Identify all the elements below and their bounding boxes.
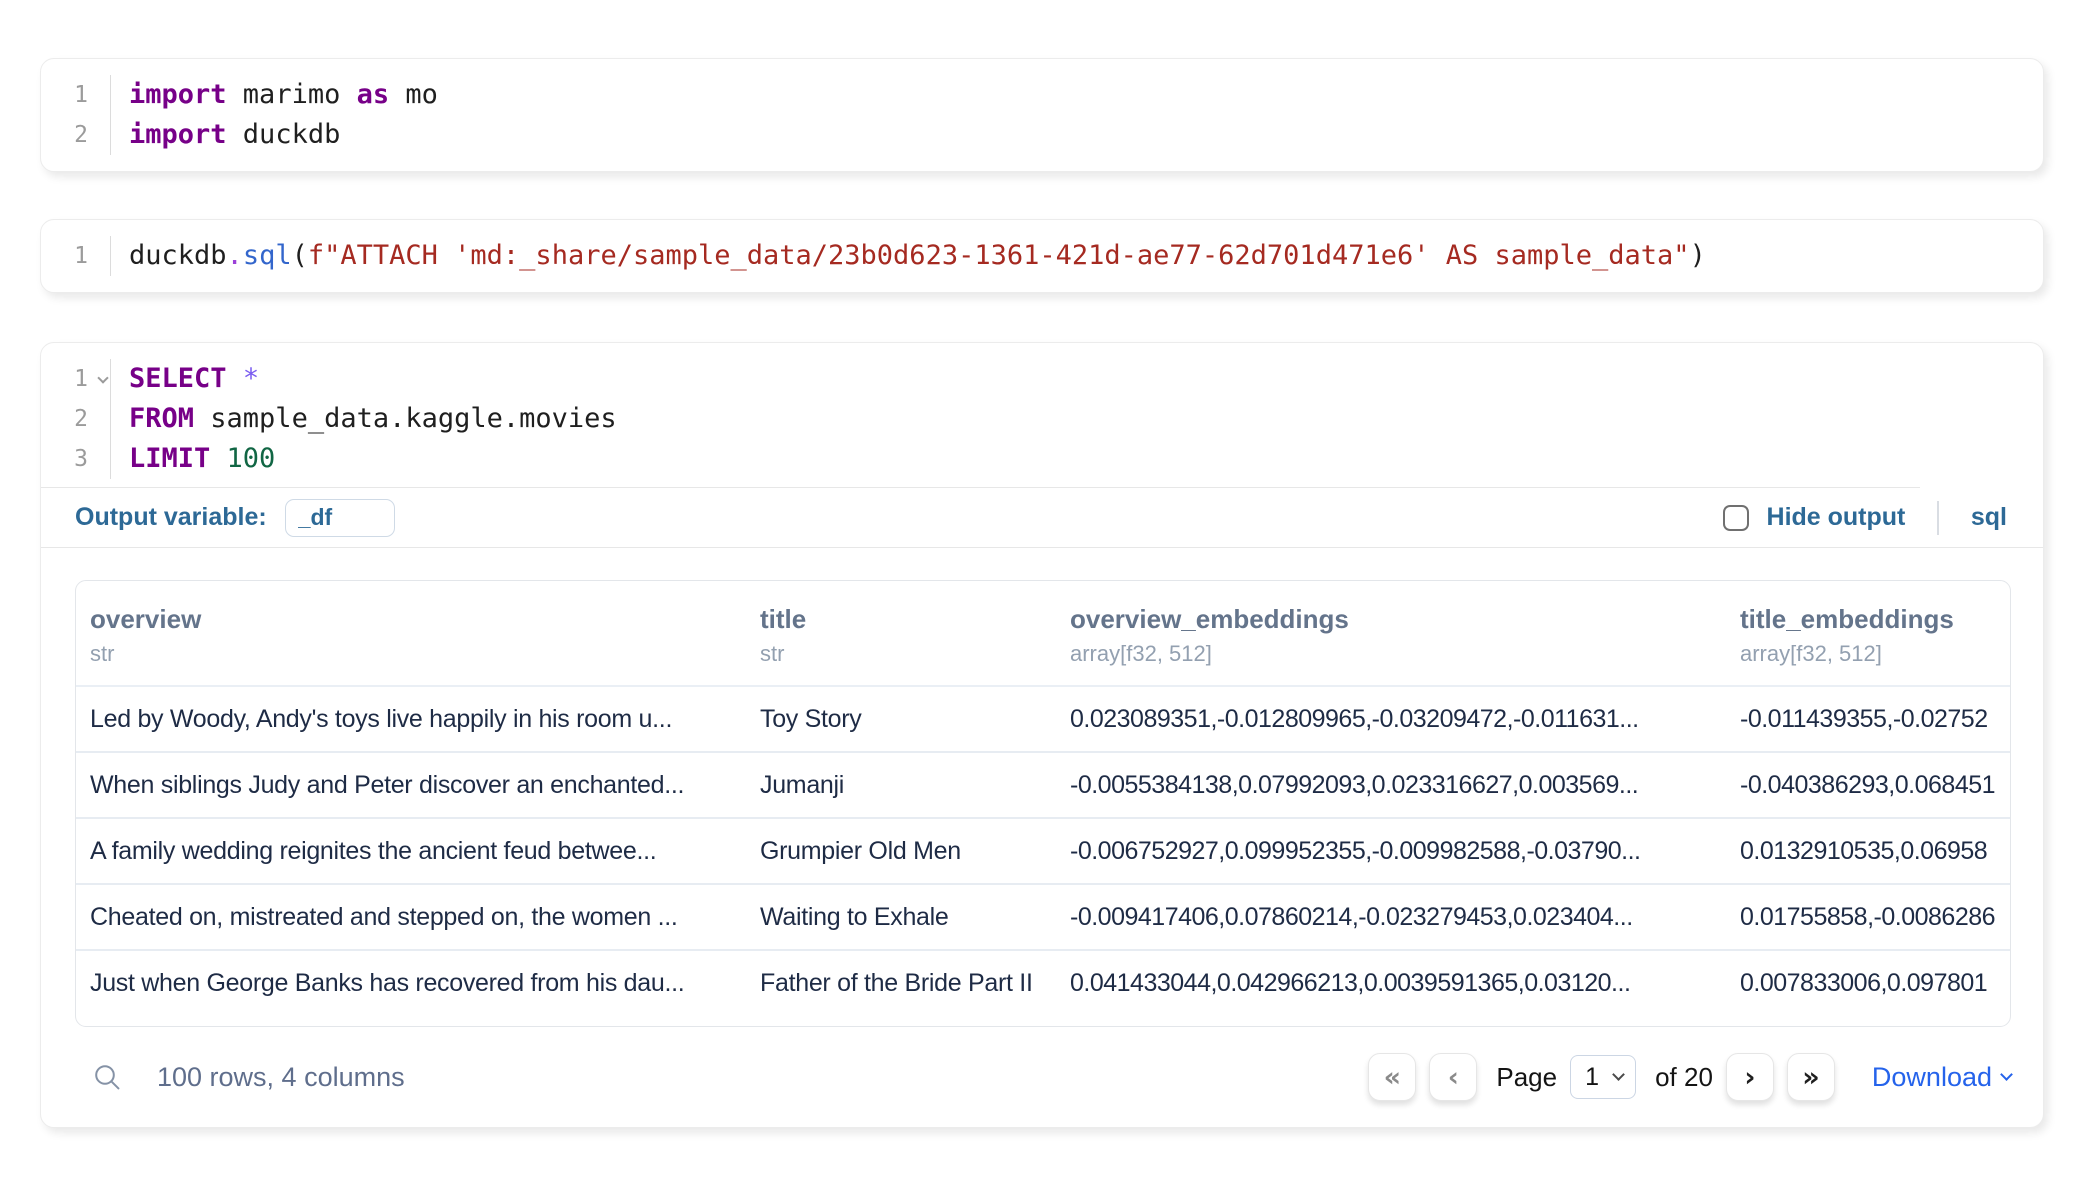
first-page-button[interactable]: « bbox=[1368, 1053, 1416, 1101]
table-cell: -0.006752927,0.099952355,-0.009982588,-0… bbox=[1056, 818, 1726, 884]
chevron-down-icon bbox=[1612, 1068, 1625, 1081]
column-dtype: array[f32, 512] bbox=[1740, 639, 2011, 669]
chevron-down-icon bbox=[2000, 1068, 2013, 1081]
line-number: 2 bbox=[41, 399, 111, 439]
table-cell: 0.023089351,-0.012809965,-0.03209472,-0.… bbox=[1056, 686, 1726, 752]
column-label: overview bbox=[90, 603, 736, 635]
code-text: SELECT * bbox=[111, 359, 259, 399]
column-dtype: str bbox=[90, 639, 736, 669]
language-badge[interactable]: sql bbox=[1971, 503, 2007, 532]
dataframe-table-card: overview str title str overview_embeddingsar… bbox=[75, 580, 2011, 1027]
hide-output-label: Hide output bbox=[1767, 503, 1906, 532]
code-line: 3LIMIT 100 bbox=[41, 439, 2043, 479]
column-header[interactable]: overview_embeddings array[f32, 512] bbox=[1056, 581, 1726, 686]
table-footer: 100 rows, 4 columns « ‹ Page 1 of 20 › »… bbox=[75, 1027, 2011, 1127]
table-cell: -0.040386293,0.068451 bbox=[1726, 752, 2011, 818]
table-cell: Waiting to Exhale bbox=[746, 884, 1056, 950]
table-cell: 0.01755858,-0.0086286 bbox=[1726, 884, 2011, 950]
column-header[interactable]: title_embeddings array[f32, 512] bbox=[1726, 581, 2011, 686]
page-number-select[interactable]: 1 bbox=[1570, 1055, 1636, 1099]
line-number: 1 bbox=[41, 236, 111, 276]
column-label: title bbox=[760, 603, 1046, 635]
table-cell: Father of the Bride Part II bbox=[746, 950, 1056, 1016]
table-cell: A family wedding reignites the ancient f… bbox=[76, 818, 746, 884]
table-cell: -0.011439355,-0.02752 bbox=[1726, 686, 2011, 752]
column-label: title_embeddings bbox=[1740, 603, 2011, 635]
table-row[interactable]: A family wedding reignites the ancient f… bbox=[76, 818, 2011, 884]
total-pages-label: of 20 bbox=[1655, 1062, 1713, 1093]
fold-arrow-icon[interactable] bbox=[97, 372, 108, 383]
code-text: LIMIT 100 bbox=[111, 439, 275, 479]
table-cell: 0.041433044,0.042966213,0.0039591365,0.0… bbox=[1056, 950, 1726, 1016]
table-cell: Jumanji bbox=[746, 752, 1056, 818]
next-page-button[interactable]: › bbox=[1726, 1053, 1774, 1101]
hide-output-checkbox[interactable] bbox=[1723, 505, 1749, 531]
code-editor-imports[interactable]: 1import marimo as mo2import duckdb bbox=[41, 59, 2043, 171]
line-number: 1 bbox=[41, 359, 111, 399]
table-row[interactable]: Led by Woody, Andy's toys live happily i… bbox=[76, 686, 2011, 752]
table-cell: -0.009417406,0.07860214,-0.023279453,0.0… bbox=[1056, 884, 1726, 950]
code-text: duckdb.sql(f"ATTACH 'md:_share/sample_da… bbox=[111, 236, 1706, 276]
pagination: « ‹ Page 1 of 20 › » Download bbox=[1368, 1053, 2011, 1101]
code-line: 1duckdb.sql(f"ATTACH 'md:_share/sample_d… bbox=[41, 236, 2043, 276]
cell-sql-query: 1SELECT *2FROM sample_data.kaggle.movies… bbox=[40, 342, 2044, 1128]
table-cell: Grumpier Old Men bbox=[746, 818, 1056, 884]
search-icon[interactable] bbox=[91, 1061, 123, 1093]
previous-page-button[interactable]: ‹ bbox=[1429, 1053, 1477, 1101]
output-options-group: Hide output sql bbox=[1723, 501, 2007, 535]
table-row[interactable]: Just when George Banks has recovered fro… bbox=[76, 950, 2011, 1016]
dataframe-table: overview str title str overview_embeddingsar… bbox=[76, 581, 2011, 1016]
table-row[interactable]: When siblings Judy and Peter discover an… bbox=[76, 752, 2011, 818]
table-cell: Toy Story bbox=[746, 686, 1056, 752]
cell-imports: 1import marimo as mo2import duckdb bbox=[40, 58, 2044, 172]
table-body: Led by Woody, Andy's toys live happily i… bbox=[76, 686, 2011, 1016]
table-cell: Cheated on, mistreated and stepped on, t… bbox=[76, 884, 746, 950]
code-line: 1SELECT * bbox=[41, 359, 2043, 399]
table-cell: 0.007833006,0.097801 bbox=[1726, 950, 2011, 1016]
row-count-summary: 100 rows, 4 columns bbox=[157, 1062, 405, 1093]
output-variable-input[interactable] bbox=[285, 499, 395, 537]
code-editor-attach[interactable]: 1duckdb.sql(f"ATTACH 'md:_share/sample_d… bbox=[41, 220, 2043, 292]
vertical-divider bbox=[1937, 501, 1939, 535]
output-variable-bar: Output variable: Hide output sql bbox=[41, 488, 2043, 548]
marimo-notebook: 1import marimo as mo2import duckdb 1duck… bbox=[0, 0, 2086, 1192]
table-cell: Just when George Banks has recovered fro… bbox=[76, 950, 746, 1016]
code-line: 2FROM sample_data.kaggle.movies bbox=[41, 399, 2043, 439]
output-variable-group: Output variable: bbox=[75, 499, 395, 537]
code-editor-sql[interactable]: 1SELECT *2FROM sample_data.kaggle.movies… bbox=[41, 343, 2043, 487]
column-dtype: str bbox=[760, 639, 1046, 669]
page-number-value: 1 bbox=[1585, 1063, 1599, 1092]
table-cell: -0.0055384138,0.07992093,0.023316627,0.0… bbox=[1056, 752, 1726, 818]
code-line: 1import marimo as mo bbox=[41, 75, 2043, 115]
line-number: 1 bbox=[41, 75, 111, 115]
table-header: overview str title str overview_embeddingsar… bbox=[76, 581, 2011, 686]
download-label: Download bbox=[1872, 1062, 1992, 1093]
table-cell: Led by Woody, Andy's toys live happily i… bbox=[76, 686, 746, 752]
cell-attach-db: 1duckdb.sql(f"ATTACH 'md:_share/sample_d… bbox=[40, 219, 2044, 293]
download-menu[interactable]: Download bbox=[1872, 1062, 2011, 1093]
last-page-button[interactable]: » bbox=[1787, 1053, 1835, 1101]
table-cell: When siblings Judy and Peter discover an… bbox=[76, 752, 746, 818]
output-variable-label: Output variable: bbox=[75, 503, 267, 532]
footer-left: 100 rows, 4 columns bbox=[91, 1061, 405, 1093]
code-text: FROM sample_data.kaggle.movies bbox=[111, 399, 617, 439]
column-label: overview_embeddings bbox=[1070, 603, 1716, 635]
table-cell: 0.0132910535,0.06958 bbox=[1726, 818, 2011, 884]
column-header[interactable]: title str bbox=[746, 581, 1056, 686]
code-line: 2import duckdb bbox=[41, 115, 2043, 155]
code-text: import marimo as mo bbox=[111, 75, 438, 115]
cell-output-area: overview str title str overview_embeddingsar… bbox=[41, 548, 2043, 1127]
column-dtype: array[f32, 512] bbox=[1070, 639, 1716, 669]
page-label: Page bbox=[1496, 1062, 1557, 1093]
line-number: 3 bbox=[41, 439, 111, 479]
code-text: import duckdb bbox=[111, 115, 340, 155]
column-header[interactable]: overview str bbox=[76, 581, 746, 686]
table-row[interactable]: Cheated on, mistreated and stepped on, t… bbox=[76, 884, 2011, 950]
line-number: 2 bbox=[41, 115, 111, 155]
